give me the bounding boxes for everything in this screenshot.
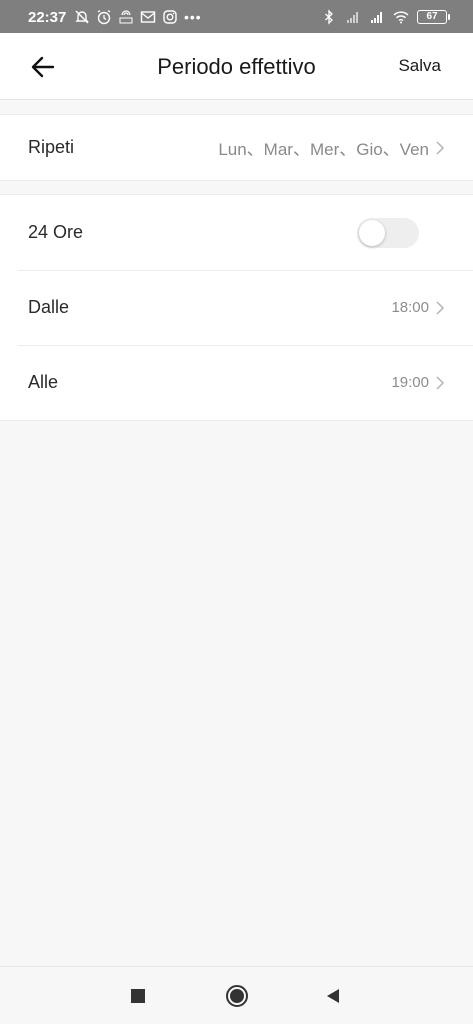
wifi-icon: [393, 11, 409, 24]
toggle-knob: [359, 219, 385, 246]
alarm-icon: [97, 9, 111, 25]
repeat-section: Ripeti Lun、Mar、Mer、Gio、Ven: [0, 114, 473, 181]
hotspot-icon: [119, 10, 133, 24]
all-day-toggle[interactable]: [357, 217, 419, 248]
from-time-row[interactable]: Dalle 18:00: [0, 270, 473, 345]
schedule-section: 24 Ore Dalle 18:00 Alle 19:00: [0, 194, 473, 421]
mail-icon: [140, 11, 156, 23]
repeat-row[interactable]: Ripeti Lun、Mar、Mer、Gio、Ven: [0, 115, 473, 180]
battery-indicator: 67: [417, 10, 450, 24]
from-label: Dalle: [28, 297, 70, 317]
repeat-days: Lun、Mar、Mer、Gio、Ven: [218, 140, 429, 159]
repeat-value: Lun、Mar、Mer、Gio、Ven: [218, 135, 445, 160]
home-circle-icon: [226, 985, 248, 1007]
chevron-right-icon: [436, 300, 445, 315]
from-time: 18:00: [391, 299, 429, 316]
chevron-right-icon: [436, 375, 445, 390]
status-bar: 22:37 ••• 67: [0, 0, 473, 33]
to-time-row[interactable]: Alle 19:00: [0, 345, 473, 420]
top-app-bar: Periodo effettivo Salva: [0, 33, 473, 100]
to-value: 19:00: [391, 374, 445, 391]
from-value: 18:00: [391, 299, 445, 316]
all-day-row: 24 Ore: [0, 195, 473, 270]
instagram-icon: [163, 10, 177, 24]
all-day-label: 24 Ore: [28, 222, 84, 242]
status-time: 22:37: [28, 9, 67, 26]
status-right-icons: 67: [321, 8, 450, 26]
more-notifications-icon: •••: [184, 9, 202, 25]
status-left-icons: •••: [74, 8, 202, 26]
to-time: 19:00: [391, 374, 429, 391]
to-label: Alle: [28, 372, 59, 392]
signal-icon: [371, 12, 382, 23]
recents-square-icon: [131, 989, 145, 1003]
back-triangle-icon: [327, 989, 339, 1003]
signal-icon: [347, 12, 358, 23]
chevron-right-icon: [436, 140, 445, 155]
recents-button[interactable]: [125, 983, 151, 1009]
home-button[interactable]: [224, 983, 250, 1009]
repeat-label: Ripeti: [28, 137, 75, 157]
nav-back-button[interactable]: [320, 983, 346, 1009]
muted-bell-icon: [75, 10, 89, 24]
system-nav-bar: [0, 966, 473, 1024]
save-button[interactable]: Salva: [398, 56, 441, 76]
bluetooth-icon: [325, 9, 333, 25]
